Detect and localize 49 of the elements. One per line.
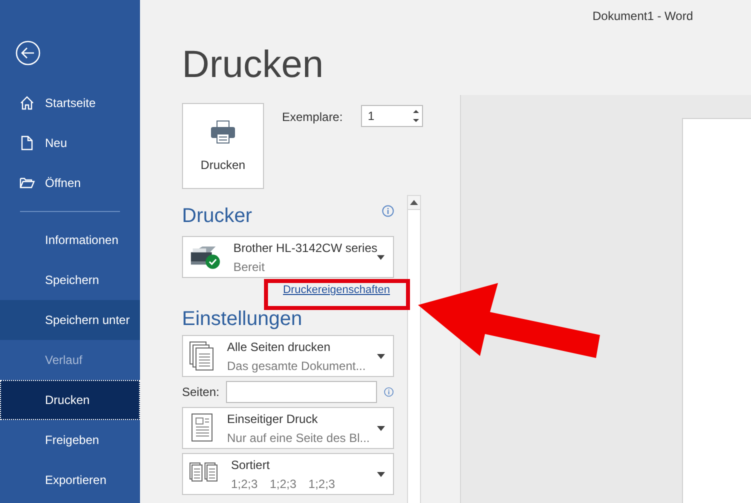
scroll-up-button[interactable]	[408, 196, 420, 210]
sidebar-item[interactable]: Speichern unter	[0, 300, 140, 340]
up-arrow-icon	[410, 200, 418, 205]
printer-name: Brother HL-3142CW series	[233, 240, 378, 254]
option-title: Sortiert	[231, 458, 271, 472]
printer-properties-link[interactable]: Druckereigenschaften	[282, 284, 390, 302]
folder-icon	[19, 175, 35, 191]
option-description: Nur auf eine Seite des Bl...	[227, 430, 371, 444]
page-order-text: 1;2;3	[270, 476, 296, 490]
sidebar-item[interactable]: Freigeben	[0, 420, 140, 460]
sidebar-item[interactable]: Drucken	[0, 380, 140, 420]
dropdown-caret-icon	[377, 426, 385, 430]
sidebar-item[interactable]: Startseite	[0, 83, 140, 123]
printer-status: Bereit	[233, 260, 266, 274]
settings-dropdown[interactable]: Sortiert 1;2;3 1;2;3 1;2;3	[182, 453, 394, 495]
sidebar-item[interactable]: Öffnen	[0, 163, 140, 203]
document-icon	[19, 135, 35, 151]
printer-dropdown[interactable]: Brother HL-3142CW series Bereit	[182, 236, 394, 278]
page-order-text: 1;2;3	[308, 476, 336, 490]
sidebar-item[interactable]: Exportieren	[0, 460, 140, 500]
dropdown-caret-icon	[377, 472, 385, 476]
sidebar-item[interactable]: Neu	[0, 123, 140, 163]
section-heading: Drucker	[182, 205, 252, 228]
back-button[interactable]	[15, 40, 41, 66]
info-icon	[384, 386, 394, 398]
copies-spinner[interactable]: 1	[360, 105, 423, 127]
dropdown-caret-icon	[377, 354, 385, 358]
pages-stack-icon	[189, 341, 215, 371]
option-description: Das gesamte Dokument...	[227, 358, 367, 372]
section-heading: Einstellungen	[182, 308, 302, 331]
pages-input[interactable]	[226, 381, 378, 403]
print-button[interactable]: Drucken	[182, 103, 264, 189]
page-order-text: 1;2;3	[231, 476, 258, 490]
option-title: Alle Seiten drucken	[227, 340, 332, 354]
window-title: Dokument1 - Word	[592, 9, 693, 23]
sidebar-item[interactable]: Informationen	[0, 220, 140, 260]
dropdown-caret-icon	[377, 254, 385, 260]
settings-dropdown[interactable]: Alle Seiten drucken Das gesamte Dokument...	[182, 335, 394, 377]
settings-dropdown[interactable]: Einseitiger Druck Nur auf eine Seite des Bl...	[182, 407, 394, 449]
pages-label: Seiten:	[182, 385, 220, 399]
sidebar-item[interactable]: Speichern	[0, 260, 140, 300]
scrollbar[interactable]	[407, 195, 421, 503]
page-heading: Drucken	[182, 44, 324, 88]
printer-icon	[210, 120, 236, 144]
option-title: Einseitiger Druck	[227, 412, 319, 426]
page-icon	[189, 413, 215, 443]
copies-label: Exemplare:	[282, 110, 343, 126]
home-icon	[19, 95, 35, 111]
info-icon	[382, 205, 394, 217]
